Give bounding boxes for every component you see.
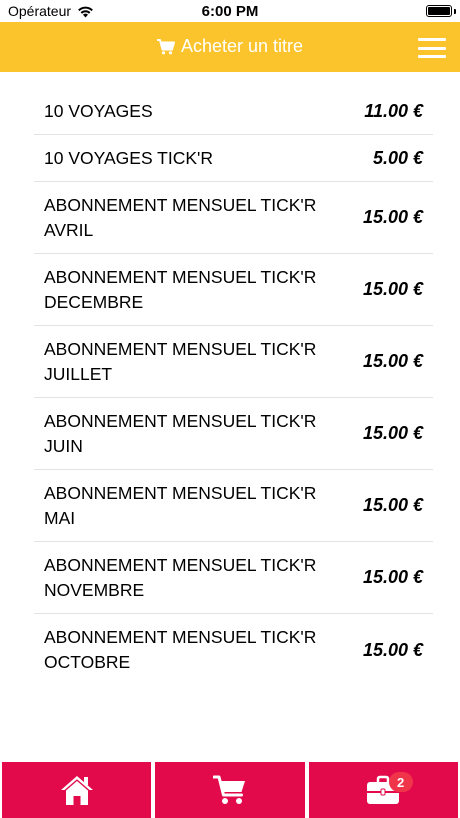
ticket-row[interactable]: ABONNEMENT MENSUEL TICK'R JUIN 15.00 €: [34, 398, 433, 470]
cart-icon: [156, 38, 175, 54]
ticket-name: ABONNEMENT MENSUEL TICK'R MAI: [44, 482, 317, 528]
header-title: Acheter un titre: [180, 36, 304, 56]
ticket-row[interactable]: 10 VOYAGES TICK'R 5.00 €: [34, 135, 433, 182]
ticket-price: 15.00 €: [362, 423, 423, 443]
ticket-price: 5.00 €: [372, 147, 423, 168]
home-icon: [60, 776, 93, 805]
ticket-price: 11.00 €: [364, 100, 423, 121]
ticket-price: 15.00 €: [362, 495, 423, 515]
tab-briefcase[interactable]: 2: [308, 762, 458, 818]
ticket-row[interactable]: ABONNEMENT MENSUEL TICK'R NOVEMBRE 15.00…: [34, 542, 433, 614]
status-time: 6:00 PM: [201, 3, 259, 20]
ticket-name: 10 VOYAGES TICK'R: [44, 147, 214, 168]
shopping-cart-icon: [212, 775, 245, 804]
ticket-price: 15.00 €: [362, 567, 423, 587]
status-bar: Opérateur 6:00 PM: [0, 0, 460, 22]
ticket-price: 15.00 €: [362, 351, 423, 371]
ticket-name: ABONNEMENT MENSUEL TICK'R NOVEMBRE: [44, 554, 317, 600]
ticket-name: 10 VOYAGES: [44, 100, 153, 121]
ticket-list: 10 VOYAGES 11.00 € 10 VOYAGES TICK'R 5.0…: [34, 88, 433, 686]
ticket-price: 15.00 €: [362, 207, 423, 227]
ticket-name: ABONNEMENT MENSUEL TICK'R JUILLET: [44, 338, 317, 384]
ticket-row[interactable]: ABONNEMENT MENSUEL TICK'R OCTOBRE 15.00 …: [34, 614, 433, 686]
header-bar: Acheter un titre: [0, 22, 460, 72]
ticket-row[interactable]: ABONNEMENT MENSUEL TICK'R DECEMBRE 15.00…: [34, 254, 433, 326]
bottom-tab-bar: 2: [0, 762, 460, 818]
ticket-name: ABONNEMENT MENSUEL TICK'R OCTOBRE: [44, 627, 317, 672]
tab-cart[interactable]: [155, 762, 305, 818]
ticket-price: 15.00 €: [362, 279, 423, 299]
ticket-name: ABONNEMENT MENSUEL TICK'R DECEMBRE: [44, 266, 317, 312]
battery-cap: [454, 9, 456, 14]
battery-icon: [426, 5, 452, 17]
ticket-name: ABONNEMENT MENSUEL TICK'R JUIN: [44, 410, 317, 456]
ticket-row[interactable]: ABONNEMENT MENSUEL TICK'R JUILLET 15.00 …: [34, 326, 433, 398]
ticket-row[interactable]: ABONNEMENT MENSUEL TICK'R AVRIL 15.00 €: [34, 182, 433, 254]
ticket-price: 15.00 €: [362, 639, 423, 660]
notification-badge: 2: [388, 772, 413, 792]
header-title-group: Acheter un titre: [0, 36, 460, 57]
tab-home[interactable]: [2, 762, 152, 818]
hamburger-menu-icon[interactable]: [418, 38, 446, 58]
ticket-row[interactable]: ABONNEMENT MENSUEL TICK'R MAI 15.00 €: [34, 470, 433, 542]
ticket-name: ABONNEMENT MENSUEL TICK'R AVRIL: [44, 194, 317, 240]
ticket-row[interactable]: 10 VOYAGES 11.00 €: [34, 88, 433, 135]
